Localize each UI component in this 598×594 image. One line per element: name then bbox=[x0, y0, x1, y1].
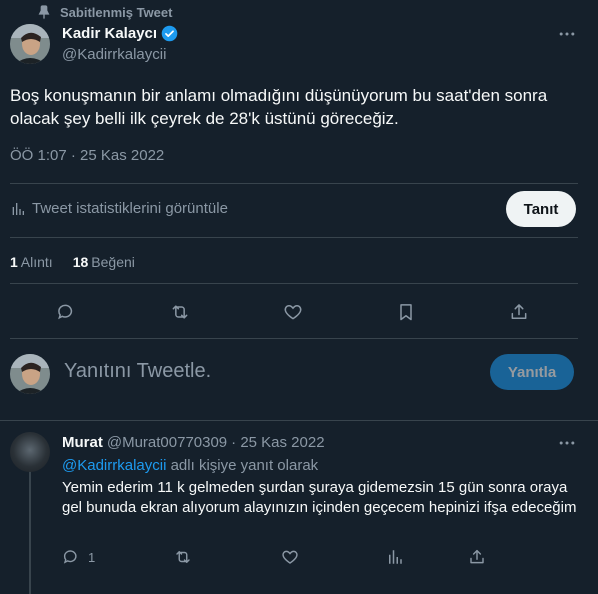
view-tweet-analytics[interactable]: Tweet istatistiklerini görüntüle bbox=[10, 200, 228, 217]
heart-icon bbox=[284, 304, 302, 320]
reply-author-avatar[interactable] bbox=[10, 432, 50, 472]
replying-to: @Kadirrkalaycii adlı kişiye yanıt olarak bbox=[62, 457, 318, 474]
divider bbox=[10, 183, 578, 184]
quotes-label: Alıntı bbox=[20, 254, 53, 270]
more-options-button[interactable] bbox=[557, 24, 577, 49]
likes-value: 18 bbox=[72, 254, 89, 270]
reply-input[interactable]: Yanıtını Tweetle. bbox=[64, 360, 211, 383]
likes-count[interactable]: 18 Beğeni bbox=[73, 254, 135, 270]
share-icon bbox=[470, 549, 484, 564]
author-name-text[interactable]: Kadir Kalaycı bbox=[62, 25, 157, 42]
reply-text: Yemin ederim 11 k gelmeden şurdan şuraya… bbox=[62, 479, 577, 516]
tweet-timestamp[interactable]: ÖÖ 1:07 · 25 Kas 2022 bbox=[10, 147, 164, 164]
reply-action-bar: 1 bbox=[0, 548, 598, 568]
verified-badge-icon bbox=[161, 25, 178, 42]
tweet-text: Boş konuşmanın bir anlamı olmadığını düş… bbox=[10, 86, 548, 128]
tweet-action-bar bbox=[0, 300, 598, 324]
reply-share-button[interactable] bbox=[468, 548, 486, 566]
reply-reply-count: 1 bbox=[88, 549, 96, 565]
retweet-action-button[interactable] bbox=[168, 300, 192, 324]
bookmark-icon bbox=[400, 304, 412, 321]
heart-icon bbox=[282, 550, 298, 564]
quotes-count[interactable]: 1 Alıntı bbox=[10, 254, 53, 270]
divider bbox=[10, 338, 578, 339]
author-handle[interactable]: @Kadirrkalaycii bbox=[62, 46, 166, 63]
reply-submit-button[interactable]: Yanıtla bbox=[490, 354, 574, 390]
retweet-icon bbox=[172, 305, 188, 319]
reply-like-button[interactable] bbox=[281, 548, 299, 566]
view-analytics-label[interactable]: Tweet istatistiklerini görüntüle bbox=[32, 200, 228, 217]
reply-author-handle[interactable]: @Murat00770309 bbox=[107, 434, 227, 451]
retweet-icon bbox=[176, 551, 190, 563]
share-action-button[interactable] bbox=[507, 300, 531, 324]
reply-icon bbox=[63, 550, 77, 564]
more-horizontal-icon bbox=[559, 441, 575, 445]
promote-button[interactable]: Tanıt bbox=[506, 191, 576, 227]
engagement-counts: 1 Alıntı 18 Beğeni bbox=[10, 254, 135, 270]
replying-to-suffix: adlı kişiye yanıt olarak bbox=[170, 457, 319, 474]
reply-date[interactable]: · 25 Kas 2022 bbox=[231, 434, 324, 451]
reply-reply-button[interactable]: 1 bbox=[62, 548, 95, 566]
bookmark-action-button[interactable] bbox=[394, 300, 418, 324]
pinned-label: Sabitlenmiş Tweet bbox=[60, 4, 173, 20]
current-user-avatar[interactable] bbox=[10, 354, 50, 394]
analytics-icon bbox=[12, 202, 24, 215]
quotes-value: 1 bbox=[10, 254, 18, 270]
reply-action-button[interactable] bbox=[54, 300, 78, 324]
pinned-indicator: Sabitlenmiş Tweet bbox=[36, 4, 172, 20]
divider bbox=[10, 283, 578, 284]
author-name[interactable]: Kadir Kalaycı bbox=[62, 25, 178, 42]
pin-icon bbox=[38, 5, 50, 20]
like-action-button[interactable] bbox=[281, 300, 305, 324]
divider bbox=[0, 420, 598, 421]
analytics-icon bbox=[389, 550, 402, 564]
divider bbox=[10, 237, 578, 238]
author-avatar[interactable] bbox=[10, 24, 50, 64]
thread-connector-line bbox=[29, 470, 31, 594]
reply-author-header: Murat @Murat00770309 · 25 Kas 2022 bbox=[62, 434, 325, 451]
replying-to-mention[interactable]: @Kadirrkalaycii bbox=[62, 457, 166, 474]
likes-label: Beğeni bbox=[91, 254, 135, 270]
reply-icon bbox=[58, 304, 73, 320]
more-horizontal-icon bbox=[559, 32, 575, 36]
reply-retweet-button[interactable] bbox=[174, 548, 192, 566]
share-icon bbox=[511, 304, 527, 319]
reply-analytics-button[interactable] bbox=[386, 548, 404, 566]
reply-more-options-button[interactable] bbox=[557, 433, 577, 458]
reply-author-name[interactable]: Murat bbox=[62, 434, 103, 451]
